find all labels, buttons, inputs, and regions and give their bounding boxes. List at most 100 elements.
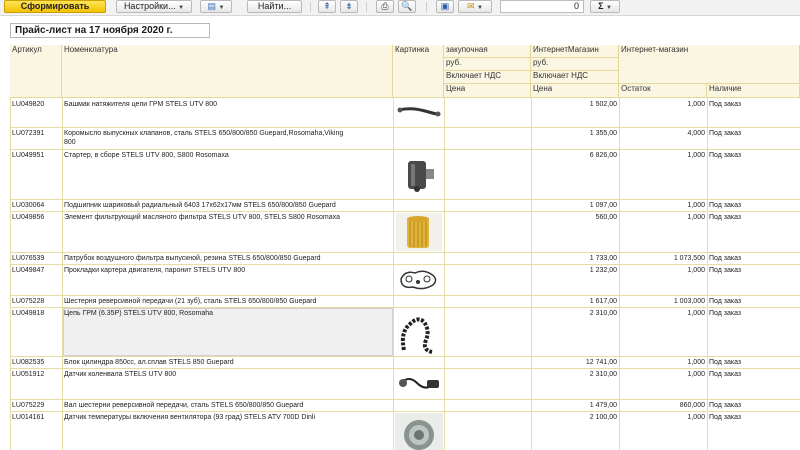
cell-price[interactable]: 1 502,00 [531, 100, 619, 109]
header-purchase-price[interactable]: Цена [444, 84, 531, 98]
cell-stock[interactable]: 860,000 [619, 401, 707, 410]
envelope-icon: ✉ [466, 1, 475, 11]
cell-price[interactable]: 12 741,00 [531, 358, 619, 367]
chevron-down-icon: ▼ [218, 5, 225, 11]
cell-article[interactable]: LU051912 [12, 370, 62, 379]
cell-name[interactable]: Прокладки картера двигателя, паронит STE… [64, 266, 392, 275]
cell-price[interactable]: 1 733,00 [531, 254, 619, 263]
cell-name[interactable]: Стартер, в сборе STELS UTV 800, S800 Ros… [64, 151, 392, 160]
cell-name[interactable]: Цепь ГРМ (6.35Р) STELS UTV 800, Rosomaha [64, 309, 392, 318]
header-shop[interactable]: ИнтернетМагазин [531, 45, 619, 58]
grid-line [62, 45, 63, 450]
cell-availability[interactable]: Под заказ [709, 370, 799, 379]
collapse-groups-button[interactable]: ⇞ [318, 0, 336, 13]
expand-groups-button[interactable]: ⇟ [340, 0, 358, 13]
cell-price[interactable]: 560,00 [531, 213, 619, 222]
header-purchase-currency: руб. [444, 58, 531, 71]
cell-availability[interactable]: Под заказ [709, 254, 799, 263]
cell-article[interactable]: LU075228 [12, 297, 62, 306]
cell-name[interactable]: Вал шестерни реверсивной передачи, сталь… [64, 401, 392, 410]
cell-stock[interactable]: 1,000 [619, 151, 707, 160]
cell-stock[interactable]: 1,000 [619, 100, 707, 109]
cell-availability[interactable]: Под заказ [709, 266, 799, 275]
cell-stock[interactable]: 1,000 [619, 370, 707, 379]
cell-availability[interactable]: Под заказ [709, 151, 799, 160]
cell-article[interactable]: LU030064 [12, 201, 62, 210]
cell-availability[interactable]: Под заказ [709, 309, 799, 318]
cell-availability[interactable]: Под заказ [709, 100, 799, 109]
cell-article[interactable]: LU049951 [12, 151, 62, 160]
cell-name[interactable]: Датчик температуры включения вентилятора… [64, 413, 392, 422]
cell-article[interactable]: LU049818 [12, 309, 62, 318]
cell-name[interactable]: Шестерня реверсивной передачи (21 зуб), … [64, 297, 392, 306]
cell-stock[interactable]: 1,000 [619, 266, 707, 275]
cell-name[interactable]: Подшипник шариковый радиальный 6403 17х6… [64, 201, 392, 210]
header-availability[interactable]: Наличие [707, 84, 800, 98]
save-button[interactable]: ▣ [436, 0, 454, 13]
header-nomenclature[interactable]: Номенклатура [62, 45, 393, 98]
cell-stock[interactable]: 1,000 [619, 413, 707, 422]
grid-line [393, 45, 394, 450]
settings-button[interactable]: Настройки... ▼ [116, 0, 192, 13]
cell-article[interactable]: LU072391 [12, 129, 62, 138]
cell-article[interactable]: LU075229 [12, 401, 62, 410]
cell-stock[interactable]: 1,000 [619, 358, 707, 367]
header-shop-price[interactable]: Цена [531, 84, 619, 98]
cell-stock[interactable]: 1,000 [619, 213, 707, 222]
cell-article[interactable]: LU014161 [12, 413, 62, 422]
cell-price[interactable]: 6 826,00 [531, 151, 619, 160]
row-separator [10, 127, 800, 128]
cell-availability[interactable]: Под заказ [709, 201, 799, 210]
price-list-table: Артикул Номенклатура Картинка закупочная… [10, 45, 800, 450]
cell-price[interactable]: 2 310,00 [531, 309, 619, 318]
cell-article[interactable]: LU049820 [12, 100, 62, 109]
cell-stock[interactable]: 4,000 [619, 129, 707, 138]
cell-availability[interactable]: Под заказ [709, 401, 799, 410]
cell-article[interactable]: LU082535 [12, 358, 62, 367]
cell-price[interactable]: 1 479,00 [531, 401, 619, 410]
report-variant-icon: ▤ [207, 1, 217, 11]
header-picture[interactable]: Картинка [393, 45, 444, 98]
variant-button[interactable]: ▤ ▼ [200, 0, 232, 13]
cell-name[interactable]: Башмак натяжителя цепи ГРМ STELS UTV 800 [64, 100, 392, 109]
cell-price[interactable]: 1 355,00 [531, 129, 619, 138]
cell-price[interactable]: 1 617,00 [531, 297, 619, 306]
cell-price[interactable]: 1 097,00 [531, 201, 619, 210]
cell-article[interactable]: LU076539 [12, 254, 62, 263]
cell-stock[interactable]: 1,000 [619, 309, 707, 318]
chevron-down-icon: ▼ [477, 5, 483, 11]
sigma-icon: Σ [598, 1, 604, 11]
print-button[interactable]: ⎙ [376, 0, 394, 13]
chevron-down-icon: ▼ [178, 5, 185, 11]
send-email-button[interactable]: ✉ ▼ [458, 0, 492, 13]
generate-button[interactable]: Сформировать [4, 0, 106, 13]
cell-name[interactable]: Патрубок воздушного фильтра выпускной, р… [64, 254, 392, 263]
header-article[interactable]: Артикул [10, 45, 62, 98]
chevron-down-icon: ▼ [605, 5, 612, 11]
header-internet-shop[interactable]: Интернет-магазин [619, 45, 800, 84]
cell-availability[interactable]: Под заказ [709, 413, 799, 422]
cell-article[interactable]: LU049847 [12, 266, 62, 275]
cell-availability[interactable]: Под заказ [709, 297, 799, 306]
preview-button[interactable]: 🔍 [398, 0, 416, 13]
cell-stock[interactable]: 1,000 [619, 201, 707, 210]
cell-article[interactable]: LU049856 [12, 213, 62, 222]
sum-value-field[interactable]: 0 [500, 0, 584, 13]
cell-availability[interactable]: Под заказ [709, 358, 799, 367]
cell-name[interactable]: Датчик коленвала STELS UTV 800 [64, 370, 392, 379]
sum-mode-button[interactable]: Σ ▼ [590, 0, 620, 13]
cell-price[interactable]: 2 100,00 [531, 413, 619, 422]
cell-price[interactable]: 1 232,00 [531, 266, 619, 275]
cell-availability[interactable]: Под заказ [709, 213, 799, 222]
cell-name[interactable]: Блок цилиндра 850cc, ал.сплав STELS 850 … [64, 358, 392, 367]
cell-availability[interactable]: Под заказ [709, 129, 799, 138]
header-stock[interactable]: Остаток [619, 84, 707, 98]
cell-price[interactable]: 2 310,00 [531, 370, 619, 379]
header-purchase[interactable]: закупочная [444, 45, 531, 58]
grid-line [444, 45, 445, 450]
cell-stock[interactable]: 1 073,500 [619, 254, 707, 263]
find-button[interactable]: Найти... [247, 0, 302, 13]
cell-stock[interactable]: 1 003,000 [619, 297, 707, 306]
cell-name[interactable]: Элемент фильтрующий масляного фильтра ST… [64, 213, 392, 222]
cell-name[interactable]: Коромысло выпускных клапанов, сталь STEL… [64, 129, 392, 147]
